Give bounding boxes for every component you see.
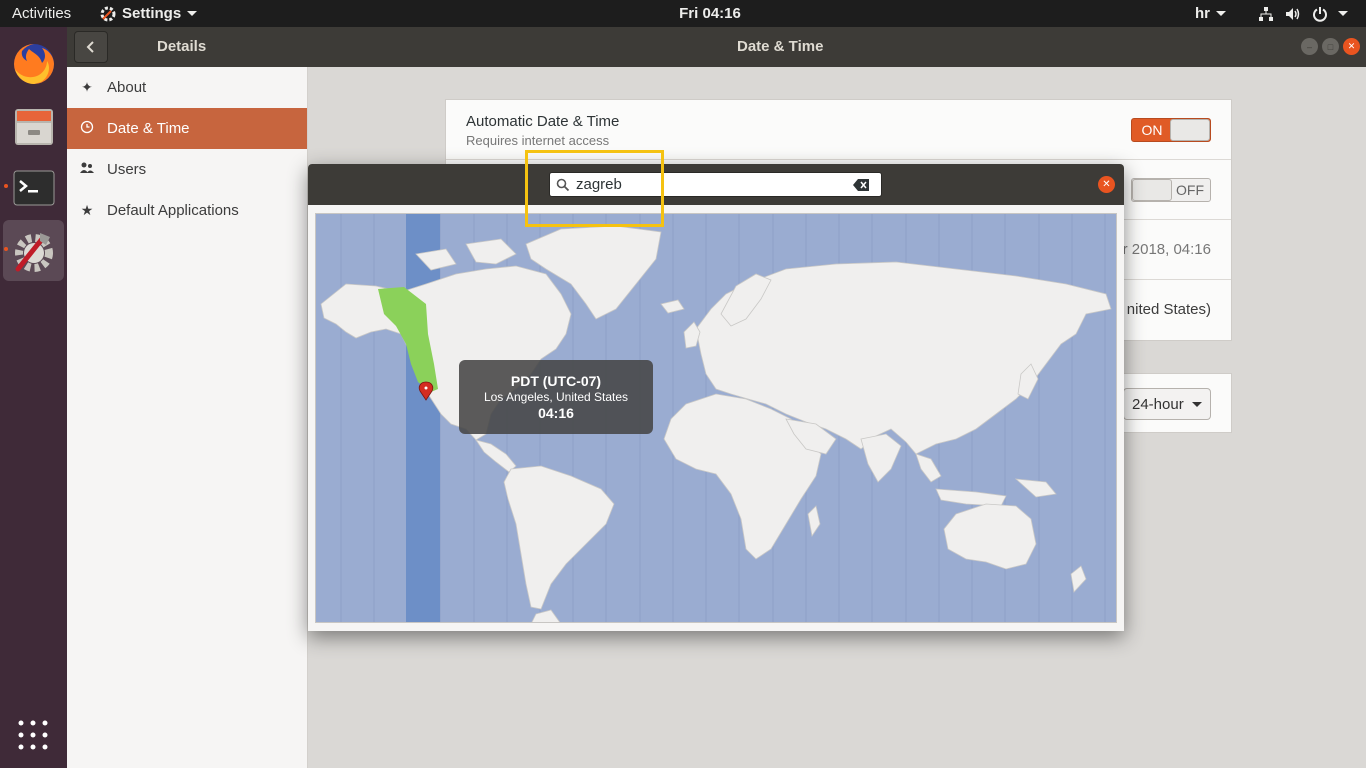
dialog-header: ✕ [308, 164, 1124, 205]
show-applications-button[interactable] [17, 719, 49, 756]
sidebar-title: Details [157, 38, 207, 55]
switch-state: OFF [1176, 182, 1204, 198]
network-icon [1259, 6, 1273, 21]
back-button[interactable] [74, 31, 108, 63]
switch-state: ON [1141, 122, 1163, 138]
chevron-down-icon [1338, 11, 1348, 16]
files-icon [14, 108, 53, 145]
time-format-value: 24-hour [1132, 395, 1184, 413]
users-icon [67, 161, 107, 178]
automatic-time-zone-switch[interactable]: OFF [1131, 178, 1211, 202]
row-title: Automatic Date & Time [466, 113, 620, 130]
close-icon: ✕ [1102, 179, 1111, 190]
time-zone-dialog: ✕ [308, 164, 1124, 631]
time-format-dropdown[interactable]: 24-hour [1123, 388, 1211, 420]
clock[interactable]: Fri 04:16 [650, 0, 770, 27]
window-controls: – □ ✕ [1301, 38, 1360, 55]
activities-button[interactable]: Activities [12, 0, 71, 27]
dock-files[interactable] [3, 95, 64, 156]
input-source-label: hr [1195, 5, 1210, 22]
settings-app-icon [100, 6, 116, 21]
backspace-icon [853, 178, 869, 191]
dock [0, 27, 67, 768]
sidebar-item-label: Users [107, 161, 147, 178]
maximize-button[interactable]: □ [1322, 38, 1339, 55]
time-zone-search [549, 172, 882, 197]
date-time-value: er 2018, 04:16 [1114, 241, 1211, 258]
time-zone-tooltip: PDT (UTC-07) Los Angeles, United States … [459, 360, 653, 434]
chevron-left-icon [86, 41, 94, 53]
power-icon [1313, 6, 1327, 22]
time-zone-value: nited States) [1126, 301, 1211, 318]
firefox-icon [13, 43, 54, 84]
tooltip-city: Los Angeles, United States [483, 390, 629, 404]
input-source-menu[interactable]: hr [1195, 0, 1226, 27]
sidebar-item-about[interactable]: ✦ About [67, 67, 307, 108]
switch-knob [1132, 179, 1172, 201]
minimize-button[interactable]: – [1301, 38, 1318, 55]
sidebar-item-label: Date & Time [107, 120, 190, 137]
star-icon: ★ [80, 202, 94, 218]
dock-firefox[interactable] [3, 33, 64, 94]
chevron-down-icon [187, 11, 198, 16]
world-map[interactable]: PDT (UTC-07) Los Angeles, United States … [315, 213, 1117, 623]
sidebar-item-default-applications[interactable]: ★ Default Applications [67, 190, 307, 231]
volume-icon [1286, 7, 1300, 20]
system-menu[interactable] [1258, 0, 1348, 27]
sparkle-icon: ✦ [81, 79, 93, 95]
sidebar-item-label: Default Applications [107, 202, 239, 219]
minimize-icon: – [1306, 41, 1312, 52]
terminal-icon [13, 170, 54, 205]
tooltip-time: 04:16 [538, 405, 574, 421]
dialog-close-button[interactable]: ✕ [1098, 176, 1115, 193]
search-icon [550, 178, 576, 192]
dock-settings[interactable] [3, 220, 64, 281]
running-indicator [4, 247, 8, 251]
chevron-down-icon [1192, 401, 1202, 407]
row-subtitle: Requires internet access [466, 133, 610, 148]
dock-terminal[interactable] [3, 157, 64, 218]
search-input[interactable] [576, 173, 846, 196]
close-button[interactable]: ✕ [1343, 38, 1360, 55]
apps-grid-icon [18, 720, 48, 750]
sidebar-item-users[interactable]: Users [67, 149, 307, 190]
switch-knob [1170, 119, 1210, 141]
row-automatic-date-time[interactable]: Automatic Date & Time Requires internet … [446, 100, 1231, 160]
app-menu[interactable]: Settings [100, 0, 198, 27]
settings-icon [14, 232, 53, 272]
app-menu-label: Settings [122, 5, 182, 22]
tooltip-zone: PDT (UTC-07) [510, 373, 602, 389]
chevron-down-icon [1216, 11, 1226, 16]
top-bar: Activities Settings Fri 04:16 hr [0, 0, 1366, 27]
sidebar-item-date-time[interactable]: Date & Time [67, 108, 307, 149]
world-map-graphic [320, 214, 1112, 622]
sidebar-item-label: About [107, 79, 147, 96]
automatic-date-time-switch[interactable]: ON [1131, 118, 1211, 142]
selected-zone-band [406, 214, 440, 622]
clock-icon [67, 120, 107, 137]
page-title: Date & Time [737, 38, 824, 55]
close-icon: ✕ [1347, 41, 1356, 51]
header-bar: Details Date & Time – □ ✕ [67, 27, 1366, 67]
clear-search-button[interactable] [846, 178, 876, 191]
sidebar: ✦ About Date & Time Users ★ Default Appl… [67, 67, 308, 768]
maximize-icon: □ [1327, 41, 1334, 52]
running-indicator [4, 184, 8, 188]
